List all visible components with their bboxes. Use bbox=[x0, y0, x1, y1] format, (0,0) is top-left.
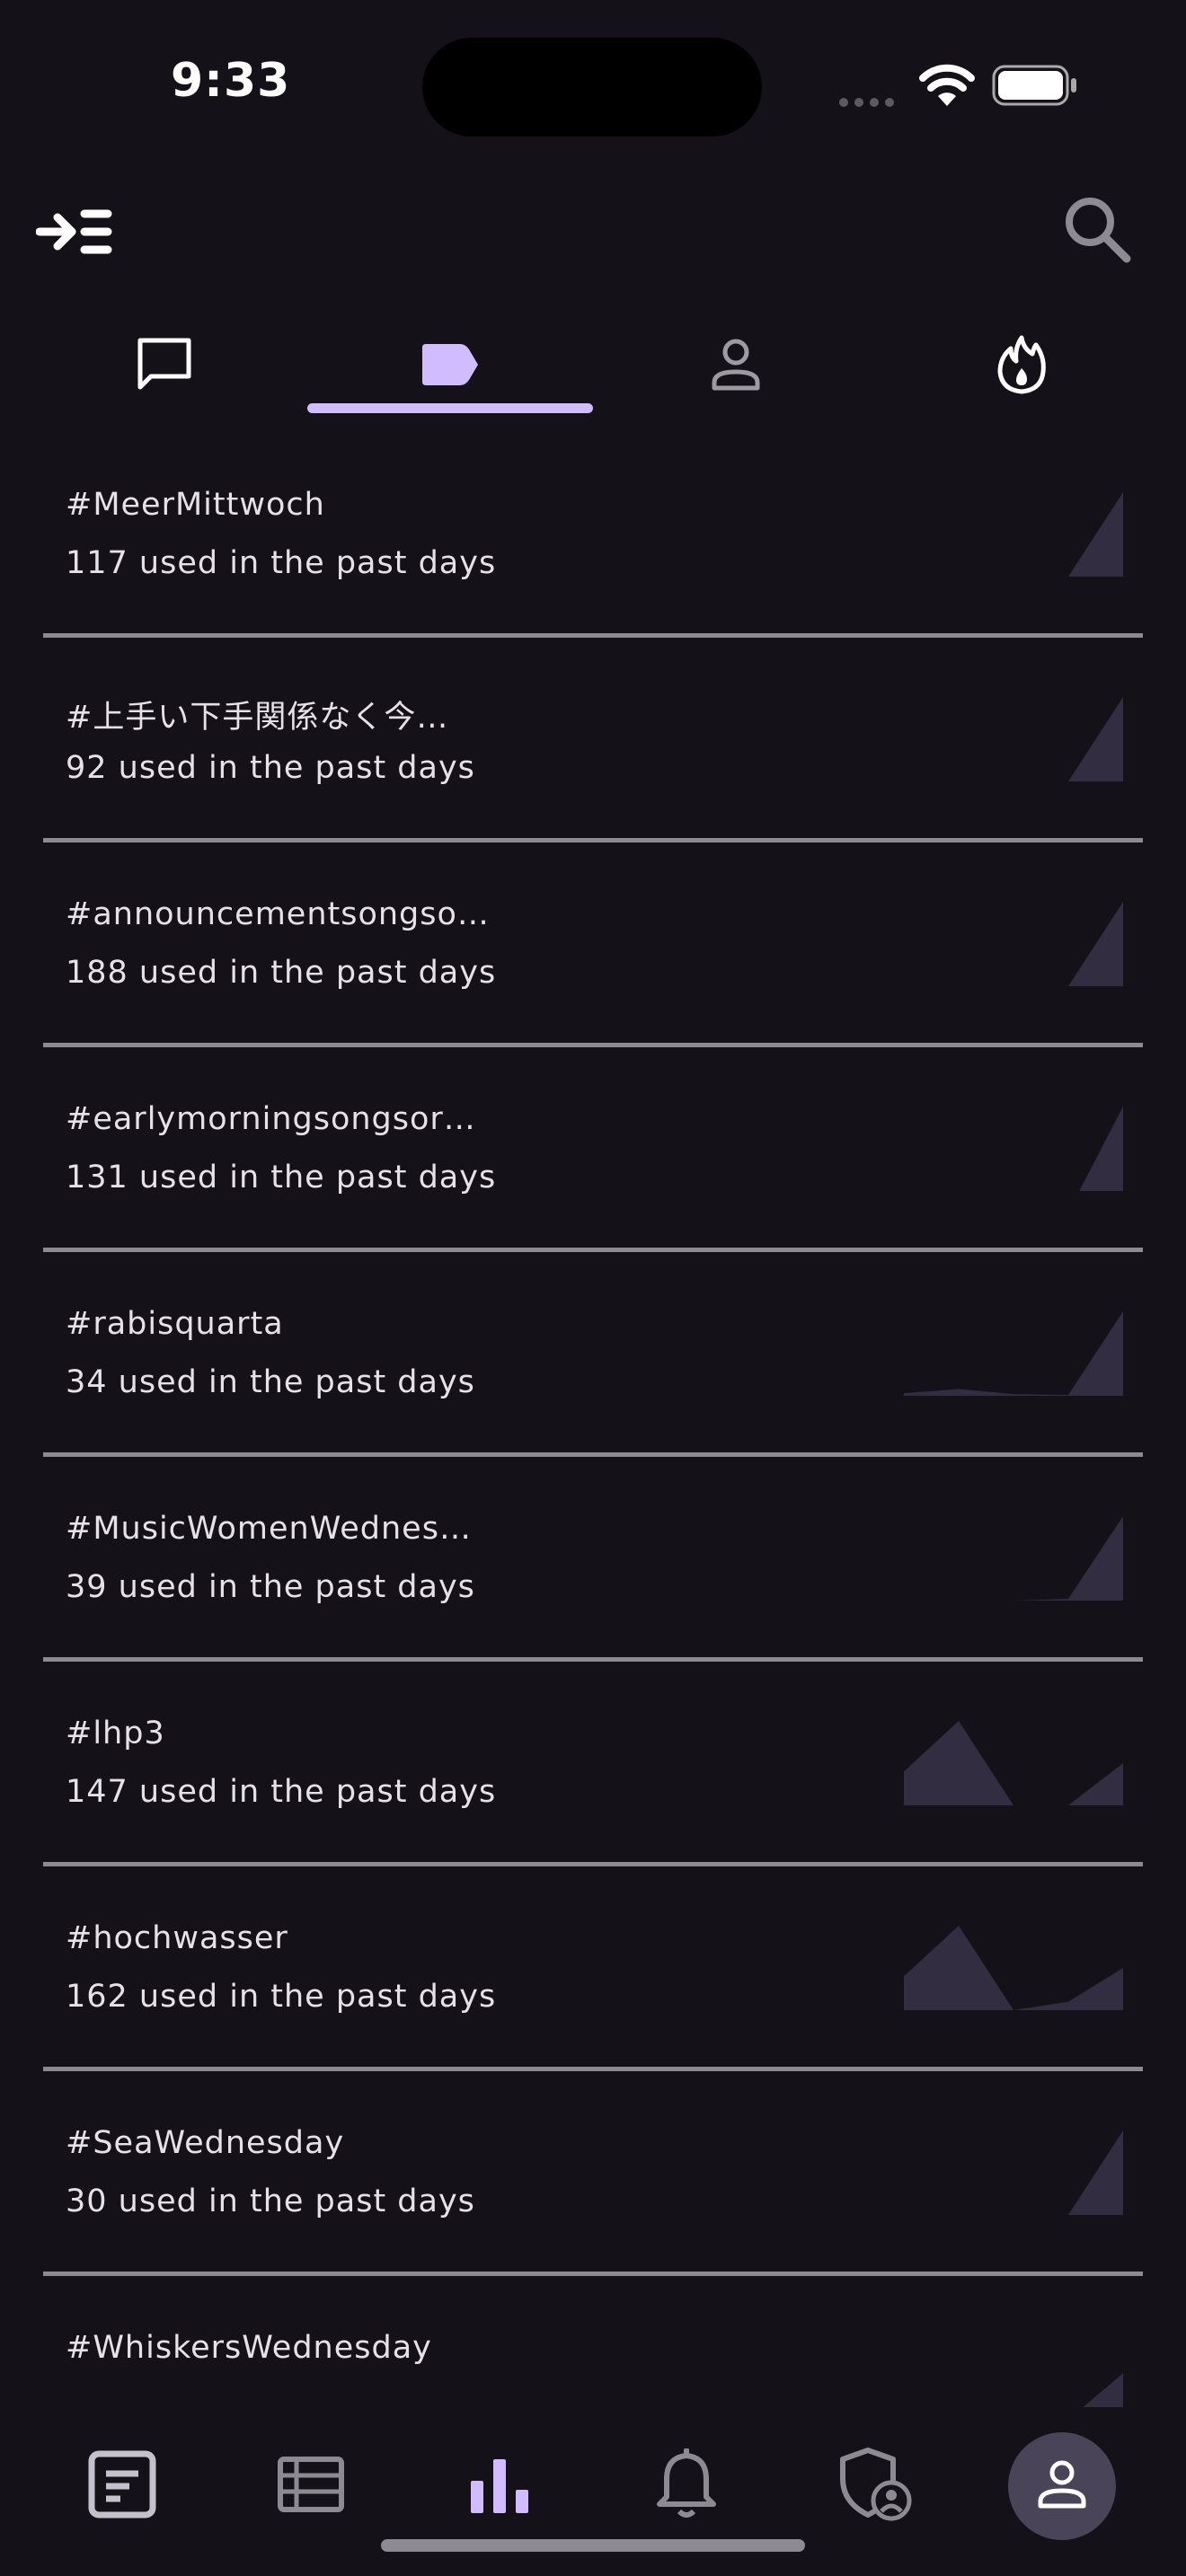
nav-account[interactable] bbox=[1008, 2432, 1116, 2540]
hashtag-usage: 188 used in the past days bbox=[66, 955, 497, 991]
hashtag-name: #hochwasser bbox=[66, 1920, 288, 1956]
nav-moderation[interactable] bbox=[821, 2432, 929, 2540]
hashtag-usage: 147 used in the past days bbox=[66, 1774, 497, 1810]
trend-row[interactable]: #earlymorningsongsor… 131 used in the pas… bbox=[0, 1072, 1186, 1277]
trend-row[interactable]: #MeerMittwoch 117 used in the past days bbox=[0, 458, 1186, 663]
nav-timeline[interactable] bbox=[68, 2432, 176, 2540]
usage-sparkline bbox=[904, 1516, 1123, 1601]
status-time: 9:33 bbox=[171, 54, 291, 108]
sparkline-area bbox=[904, 1926, 1123, 2010]
trend-row[interactable]: #hochwasser 162 used in the past days bbox=[0, 1892, 1186, 2096]
hashtag-name: #rabisquarta bbox=[66, 1306, 284, 1342]
usage-sparkline bbox=[904, 492, 1123, 577]
row-divider bbox=[43, 1452, 1143, 1457]
tab-hashtags[interactable] bbox=[307, 322, 593, 411]
hashtag-usage: 117 used in the past days bbox=[66, 545, 497, 581]
sparkline-area bbox=[904, 902, 1123, 986]
wifi-icon bbox=[918, 63, 976, 111]
tag-icon bbox=[420, 342, 480, 391]
sparkline-area bbox=[904, 1721, 1123, 1805]
tab-indicator bbox=[307, 403, 593, 413]
usage-sparkline bbox=[904, 1721, 1123, 1805]
trend-row[interactable]: #lhp3 147 used in the past days bbox=[0, 1687, 1186, 1892]
menu-collapse-icon[interactable] bbox=[35, 205, 113, 262]
sparkline-area bbox=[904, 492, 1123, 577]
sparkline-area bbox=[904, 697, 1123, 781]
row-divider bbox=[43, 1657, 1143, 1662]
row-divider bbox=[43, 2272, 1143, 2276]
trend-row[interactable]: #SeaWednesday 30 used in the past days bbox=[0, 2096, 1186, 2301]
feed-icon bbox=[88, 2450, 156, 2522]
flame-icon bbox=[996, 334, 1047, 399]
hashtag-name: #SeaWednesday bbox=[66, 2125, 345, 2161]
signal-icon bbox=[839, 93, 900, 110]
row-divider bbox=[43, 1043, 1143, 1047]
bar-chart-icon bbox=[467, 2456, 532, 2517]
nav-explore[interactable] bbox=[446, 2432, 553, 2540]
person-icon bbox=[1037, 2459, 1087, 2513]
usage-sparkline bbox=[904, 1107, 1123, 1191]
usage-sparkline bbox=[904, 2130, 1123, 2215]
usage-sparkline bbox=[904, 1311, 1123, 1396]
bell-icon bbox=[656, 2448, 717, 2524]
hashtag-usage: 39 used in the past days bbox=[66, 1569, 475, 1605]
row-divider bbox=[43, 838, 1143, 842]
trend-row[interactable]: #MusicWomenWednes… 39 used in the past da… bbox=[0, 1482, 1186, 1687]
hashtag-name: #earlymorningsongsor… bbox=[66, 1101, 476, 1137]
tab-posts[interactable] bbox=[22, 322, 307, 411]
row-divider bbox=[43, 1248, 1143, 1252]
trend-row[interactable]: #上手い下手関係なく今… 92 used in the past days bbox=[0, 663, 1186, 868]
trend-row[interactable]: #rabisquarta 34 used in the past days bbox=[0, 1277, 1186, 1482]
hashtag-name: #WhiskersWednesday bbox=[66, 2330, 432, 2366]
row-divider bbox=[43, 2067, 1143, 2071]
tab-people[interactable] bbox=[593, 322, 879, 411]
battery-icon bbox=[992, 65, 1078, 110]
chat-bubble-icon bbox=[135, 335, 194, 398]
sparkline-area bbox=[904, 1311, 1123, 1396]
dynamic-island bbox=[422, 38, 762, 137]
hashtag-name: #MusicWomenWednes… bbox=[66, 1511, 472, 1547]
hashtag-name: #上手い下手関係なく今… bbox=[66, 700, 449, 736]
tab-trending[interactable] bbox=[879, 322, 1164, 411]
hashtag-usage: 92 used in the past days bbox=[66, 750, 475, 786]
usage-sparkline bbox=[904, 1926, 1123, 2010]
nav-lists[interactable] bbox=[257, 2432, 365, 2540]
usage-sparkline bbox=[904, 697, 1123, 781]
usage-sparkline bbox=[904, 902, 1123, 986]
shield-person-icon bbox=[837, 2447, 913, 2526]
row-divider bbox=[43, 1862, 1143, 1866]
row-divider bbox=[43, 633, 1143, 638]
list-icon bbox=[277, 2456, 345, 2517]
hashtag-usage: 34 used in the past days bbox=[66, 1364, 475, 1400]
home-indicator bbox=[381, 2539, 805, 2552]
search-icon[interactable] bbox=[1062, 194, 1134, 269]
hashtag-name: #lhp3 bbox=[66, 1716, 165, 1751]
sparkline-area bbox=[904, 1107, 1123, 1191]
nav-notifications[interactable] bbox=[633, 2432, 740, 2540]
trend-list[interactable]: #MeerMittwoch 117 used in the past days #上… bbox=[0, 458, 1186, 2506]
sparkline-area bbox=[904, 2130, 1123, 2215]
hashtag-usage: 30 used in the past days bbox=[66, 2183, 475, 2219]
hashtag-name: #MeerMittwoch bbox=[66, 487, 325, 523]
hashtag-usage: 162 used in the past days bbox=[66, 1979, 497, 2015]
hashtag-usage: 131 used in the past days bbox=[66, 1160, 497, 1195]
hashtag-name: #announcementsongso… bbox=[66, 896, 490, 932]
person-icon bbox=[711, 338, 761, 395]
sparkline-area bbox=[904, 1516, 1123, 1601]
trend-row[interactable]: #announcementsongso… 188 used in the past… bbox=[0, 868, 1186, 1072]
